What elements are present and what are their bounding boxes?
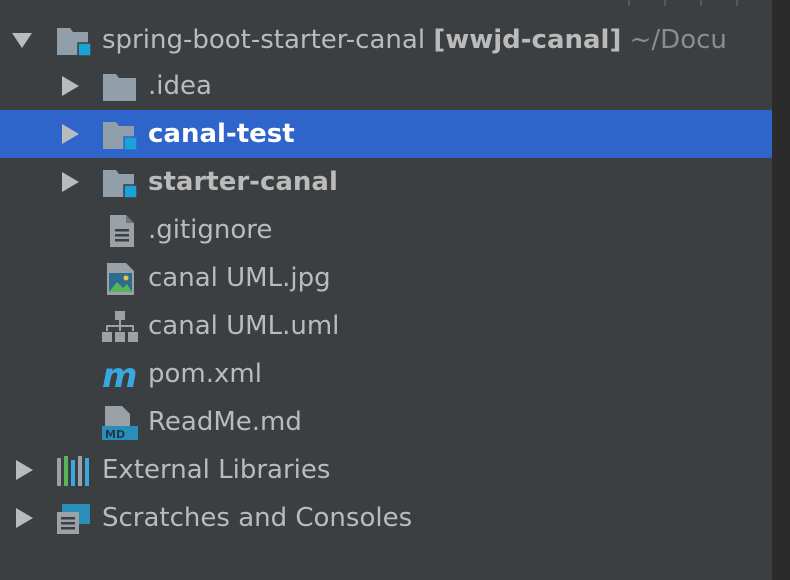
tree-item-label: .idea: [148, 71, 212, 101]
tree-root-row[interactable]: spring-boot-starter-canal [wwjd-canal] ~…: [0, 16, 772, 64]
tree-item-gitignore[interactable]: .gitignore: [0, 206, 772, 254]
panel-divider: [772, 0, 790, 580]
toolbar-tick: [736, 0, 738, 6]
toolbar-tick: [664, 0, 666, 6]
module-folder-icon: [57, 28, 92, 57]
project-tree-panel: spring-boot-starter-canal [wwjd-canal] ~…: [0, 0, 772, 580]
top-toolbar-edge: [0, 0, 772, 10]
tree-item-external-libraries[interactable]: External Libraries: [0, 446, 772, 494]
tree-item-canal-uml-uml[interactable]: canal UML.uml: [0, 302, 772, 350]
tree-item-label: ReadMe.md: [148, 407, 302, 437]
tree-item-scratches-and-consoles[interactable]: Scratches and Consoles: [0, 494, 772, 542]
tree-item-pom-xml[interactable]: m pom.xml: [0, 350, 772, 398]
expanded-arrow-icon[interactable]: [10, 28, 34, 52]
root-module-name: [wwjd-canal]: [433, 25, 622, 55]
collapsed-arrow-icon[interactable]: [58, 170, 82, 194]
tree-item-label: Scratches and Consoles: [102, 503, 413, 533]
tree-item-starter-canal[interactable]: starter-canal: [0, 158, 772, 206]
collapsed-arrow-icon[interactable]: [12, 506, 36, 530]
tree-item-canal-test[interactable]: canal-test: [0, 110, 772, 158]
collapsed-arrow-icon[interactable]: [12, 458, 36, 482]
module-folder-icon: [103, 122, 138, 151]
svg-text:MD: MD: [105, 428, 125, 440]
tree-item-label: starter-canal: [148, 167, 338, 197]
markdown-file-icon: MD: [102, 406, 138, 440]
root-path: ~/Docu: [629, 25, 727, 55]
tree-item-label: canal UML.uml: [148, 311, 340, 341]
tree-item-label: .gitignore: [148, 215, 273, 245]
image-file-icon: [107, 263, 134, 295]
maven-icon: m: [102, 358, 137, 392]
module-folder-icon: [103, 170, 138, 199]
tree-item-canal-uml-jpg[interactable]: canal UML.jpg: [0, 254, 772, 302]
collapsed-arrow-icon[interactable]: [58, 122, 82, 146]
tree-item-label: canal UML.jpg: [148, 263, 331, 293]
tree-item-idea[interactable]: .idea: [0, 62, 772, 110]
toolbar-tick: [628, 0, 630, 6]
toolbar-tick: [700, 0, 702, 6]
svg-text:m: m: [102, 358, 137, 392]
scratches-icon: [57, 504, 90, 534]
libraries-icon: [57, 456, 89, 486]
tree-item-label: canal-test: [148, 119, 295, 149]
tree-item-label: pom.xml: [148, 359, 262, 389]
root-label: spring-boot-starter-canal [wwjd-canal] ~…: [102, 16, 727, 64]
text-file-icon: [110, 215, 134, 247]
uml-diagram-icon: [102, 311, 138, 342]
collapsed-arrow-icon[interactable]: [58, 74, 82, 98]
tree-item-label: External Libraries: [102, 455, 331, 485]
tree-item-readme-md[interactable]: MD ReadMe.md: [0, 398, 772, 446]
root-project-name: spring-boot-starter-canal: [102, 25, 426, 55]
folder-icon: [103, 74, 136, 101]
